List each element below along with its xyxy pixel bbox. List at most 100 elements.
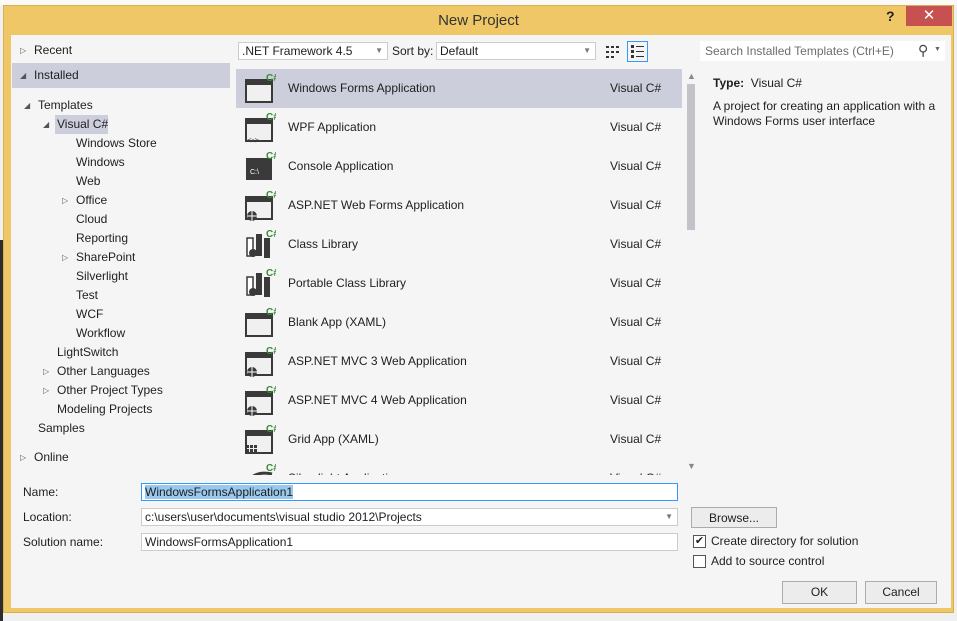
tree-item-label: Workflow	[76, 326, 126, 340]
tree-item-web[interactable]: Web	[76, 172, 100, 191]
template-language: Visual C#	[610, 315, 662, 329]
tree-item-label: Windows	[76, 155, 125, 169]
template-language: Visual C#	[610, 432, 662, 446]
tree-item-label: SharePoint	[76, 250, 136, 264]
chevron-down-icon[interactable]: ▼	[934, 46, 941, 53]
collapse-arrow-icon[interactable]: ◢	[43, 115, 49, 134]
template-row[interactable]: C# Windows Forms Application Visual C#	[236, 69, 682, 108]
template-name: ASP.NET MVC 3 Web Application	[288, 354, 467, 368]
tree-item-modeling-projects[interactable]: Modeling Projects	[57, 400, 152, 419]
expand-arrow-icon[interactable]: ▷	[20, 41, 26, 60]
tree-item-samples[interactable]: Samples	[38, 419, 85, 438]
search-input[interactable]: Search Installed Templates (Ctrl+E) ⚲ ▼	[700, 41, 945, 61]
tree-item-wcf[interactable]: WCF	[76, 305, 103, 324]
search-icon[interactable]: ⚲	[918, 42, 928, 59]
svg-text:C#: C#	[266, 346, 276, 357]
tree-item-recent[interactable]: Recent	[34, 41, 72, 60]
ok-button[interactable]: OK	[782, 581, 857, 604]
svg-text:<▪>: <▪>	[247, 136, 260, 143]
tree-item-installed[interactable]: Installed	[34, 66, 79, 85]
tree-item-test[interactable]: Test	[76, 286, 98, 305]
tree-item-lightswitch[interactable]: LightSwitch	[57, 343, 118, 362]
list-view-icon[interactable]	[627, 41, 648, 62]
collapse-arrow-icon[interactable]: ◢	[20, 66, 26, 85]
template-name: Windows Forms Application	[288, 81, 436, 95]
tree-item-visual-csharp[interactable]: Visual C#	[57, 115, 108, 134]
tree-item-cloud[interactable]: Cloud	[76, 210, 107, 229]
tree-item-label: Templates	[38, 98, 93, 112]
svg-text:C:\: C:\	[250, 169, 259, 176]
template-name: Portable Class Library	[288, 276, 407, 290]
location-value: c:\users\user\documents\visual studio 20…	[145, 510, 422, 524]
tree-item-other-project-types[interactable]: Other Project Types	[57, 381, 163, 400]
template-row[interactable]: C# ASP.NET MVC 3 Web Application Visual C#	[236, 342, 682, 381]
svg-text:C#: C#	[266, 229, 276, 240]
wpf-template-icon: <▪> C#	[244, 111, 279, 145]
template-row[interactable]: C# Class Library Visual C#	[236, 225, 682, 264]
create-directory-label[interactable]: Create directory for solution	[711, 534, 858, 548]
svg-text:C#: C#	[266, 424, 276, 435]
expand-arrow-icon[interactable]: ▷	[62, 191, 68, 210]
template-row[interactable]: C# ASP.NET MVC 4 Web Application Visual C#	[236, 381, 682, 420]
scrollbar-thumb[interactable]	[687, 84, 695, 230]
tree-item-silverlight[interactable]: Silverlight	[76, 267, 128, 286]
template-row[interactable]: <▪> C# WPF Application Visual C#	[236, 108, 682, 147]
grid-template-icon: C#	[244, 423, 279, 455]
tree-item-templates[interactable]: Templates	[38, 96, 93, 115]
chevron-down-icon: ▼	[375, 46, 383, 55]
source-control-label[interactable]: Add to source control	[711, 554, 824, 568]
tree-item-reporting[interactable]: Reporting	[76, 229, 128, 248]
tree-item-label: Samples	[38, 421, 85, 435]
tree-item-label: Visual C#	[57, 117, 109, 131]
web-template-icon: C#	[244, 345, 279, 377]
browse-button[interactable]: Browse...	[691, 507, 777, 528]
template-row[interactable]: C# Portable Class Library Visual C#	[236, 264, 682, 303]
template-row[interactable]: C# Silverlight Application Visual C#	[236, 459, 682, 475]
template-language: Visual C#	[610, 198, 662, 212]
tree-item-windows[interactable]: Windows	[76, 153, 125, 172]
svg-text:C#: C#	[266, 463, 276, 474]
name-value: WindowsFormsApplication1	[145, 485, 294, 499]
template-row[interactable]: C# ASP.NET Web Forms Application Visual C#	[236, 186, 682, 225]
source-control-checkbox[interactable]	[693, 555, 706, 568]
name-input[interactable]: WindowsFormsApplication1	[141, 483, 678, 501]
template-language: Visual C#	[610, 354, 662, 368]
scroll-up-icon[interactable]: ▲	[687, 71, 696, 81]
sort-dropdown[interactable]: Default ▼	[436, 42, 596, 60]
type-value: Visual C#	[750, 76, 802, 90]
tree-item-label: Web	[76, 174, 101, 188]
template-name: ASP.NET Web Forms Application	[288, 198, 465, 212]
framework-dropdown[interactable]: .NET Framework 4.5 ▼	[238, 42, 388, 60]
cancel-button[interactable]: Cancel	[865, 581, 937, 604]
solution-name-input[interactable]: WindowsFormsApplication1	[141, 533, 678, 551]
template-language: Visual C#	[610, 159, 662, 173]
tree-item-office[interactable]: Office	[76, 191, 107, 210]
tree-item-sharepoint[interactable]: SharePoint	[76, 248, 135, 267]
collapse-arrow-icon[interactable]: ◢	[24, 96, 30, 115]
dialog-title: New Project	[438, 12, 519, 29]
help-button[interactable]: ?	[886, 8, 895, 24]
expand-arrow-icon[interactable]: ▷	[43, 381, 49, 400]
expand-arrow-icon[interactable]: ▷	[20, 448, 26, 467]
template-name: Console Application	[288, 159, 394, 173]
tree-item-online[interactable]: Online	[34, 448, 69, 467]
expand-arrow-icon[interactable]: ▷	[62, 248, 68, 267]
chevron-down-icon: ▼	[583, 46, 591, 55]
template-name: Class Library	[288, 237, 359, 251]
template-list-scrollbar[interactable]: ▲ ▼	[684, 69, 697, 475]
location-label: Location:	[23, 510, 72, 524]
small-icons-view-icon[interactable]	[603, 42, 623, 62]
location-combobox[interactable]: c:\users\user\documents\visual studio 20…	[141, 508, 678, 526]
tree-item-windows-store[interactable]: Windows Store	[76, 134, 157, 153]
scroll-down-icon[interactable]: ▼	[687, 461, 696, 471]
tree-item-workflow[interactable]: Workflow	[76, 324, 125, 343]
tree-item-other-languages[interactable]: Other Languages	[57, 362, 150, 381]
type-label: Type:	[713, 76, 745, 90]
close-button[interactable]: ✕	[906, 6, 952, 26]
expand-arrow-icon[interactable]: ▷	[43, 362, 49, 381]
svg-text:C#: C#	[266, 268, 276, 279]
template-row[interactable]: C:\ C# Console Application Visual C#	[236, 147, 682, 186]
template-row[interactable]: C# Blank App (XAML) Visual C#	[236, 303, 682, 342]
template-row[interactable]: C# Grid App (XAML) Visual C#	[236, 420, 682, 459]
create-directory-checkbox[interactable]: ✔	[693, 535, 706, 548]
